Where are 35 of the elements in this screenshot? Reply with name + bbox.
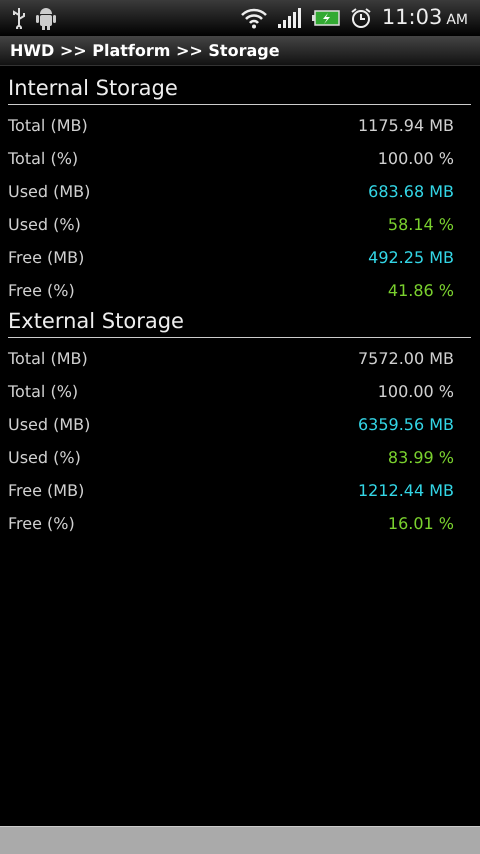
row-label: Free (MB) — [8, 480, 84, 502]
battery-icon — [312, 10, 340, 26]
row-label: Free (MB) — [8, 246, 84, 268]
status-time: 11:03 — [382, 4, 442, 32]
status-am-pm: AM — [446, 11, 468, 30]
row-label: Total (%) — [8, 148, 78, 170]
row-label: Used (%) — [8, 446, 81, 468]
row-value: 41.86 % — [388, 280, 454, 302]
row-value: 1175.94 MB — [358, 114, 454, 136]
wifi-icon — [240, 7, 268, 29]
row-value: 492.25 MB — [368, 246, 454, 268]
row-value: 7572.00 MB — [358, 348, 454, 370]
breadcrumb-title: HWD >> Platform >> Storage — [10, 40, 280, 62]
row-value: 16.01 % — [388, 512, 454, 534]
row-value: 6359.56 MB — [358, 414, 454, 436]
row-label: Total (%) — [8, 380, 78, 402]
row-label: Used (MB) — [8, 180, 90, 202]
alarm-clock-icon — [350, 7, 372, 29]
row-value: 58.14 % — [388, 214, 454, 236]
section-heading: Internal Storage — [8, 74, 471, 105]
row-value: 100.00 % — [378, 148, 454, 170]
row-value: 683.68 MB — [368, 180, 454, 202]
row-label: Total (MB) — [8, 348, 88, 370]
section-heading: External Storage — [8, 307, 471, 338]
usb-icon — [12, 7, 26, 29]
row-value: 83.99 % — [388, 446, 454, 468]
signal-icon — [278, 8, 302, 28]
row-value: 100.00 % — [378, 380, 454, 402]
row-label: Used (MB) — [8, 414, 90, 436]
row-label: Total (MB) — [8, 114, 88, 136]
row-label: Free (%) — [8, 280, 75, 302]
row-value: 1212.44 MB — [358, 480, 454, 502]
android-icon — [36, 6, 56, 30]
row-label: Used (%) — [8, 214, 81, 236]
row-label: Free (%) — [8, 512, 75, 534]
